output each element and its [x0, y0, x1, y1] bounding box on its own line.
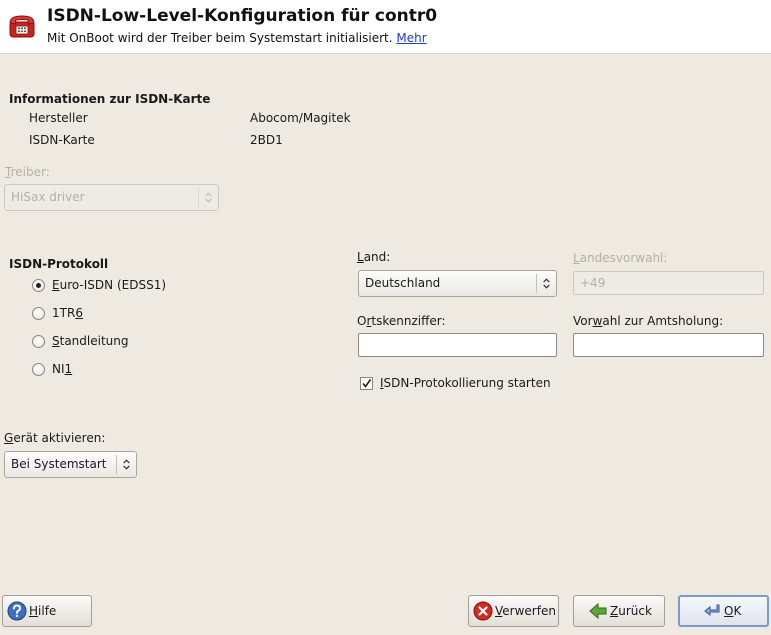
- radio-button[interactable]: [32, 279, 45, 292]
- driver-combo: HiSax driver: [4, 184, 219, 211]
- updown-arrows-icon: [536, 274, 550, 293]
- updown-arrows-icon: [116, 455, 130, 474]
- radio-button[interactable]: [32, 363, 45, 376]
- dialog-header: ISDN-Low-Level-Konfiguration für contr0 …: [0, 0, 771, 54]
- logging-checkbox-row[interactable]: ISDN-Protokollierung starten: [360, 376, 580, 392]
- discard-button[interactable]: Verwerfen: [468, 595, 559, 627]
- activate-combo[interactable]: Bei Systemstart: [4, 451, 137, 478]
- ok-label: OK: [724, 604, 742, 618]
- logging-checkbox[interactable]: [360, 377, 373, 390]
- protocol-title: ISDN-Protokoll: [9, 257, 109, 271]
- radio-label: Euro-ISDN (EDSS1): [52, 278, 167, 292]
- card-value: 2BD1: [250, 133, 283, 147]
- back-label: Zurück: [610, 604, 652, 618]
- local-code-label: Ortskennziffer:: [357, 314, 446, 328]
- radio-button[interactable]: [32, 307, 45, 320]
- local-code-field[interactable]: [358, 333, 557, 357]
- radio-label: NI1: [52, 362, 73, 376]
- vendor-value: Abocom/Magitek: [250, 111, 351, 125]
- radio-euro-isdn[interactable]: Euro-ISDN (EDSS1): [32, 277, 232, 295]
- area-code-field: [573, 271, 764, 295]
- card-label: ISDN-Karte: [29, 133, 95, 147]
- help-icon: [7, 601, 27, 621]
- telephone-icon: [9, 15, 35, 38]
- radio-label: Standleitung: [52, 334, 129, 348]
- vendor-label: Hersteller: [29, 111, 88, 125]
- page-title: ISDN-Low-Level-Konfiguration für contr0: [47, 6, 438, 26]
- more-link[interactable]: Mehr: [396, 31, 426, 45]
- activate-value: Bei Systemstart: [11, 457, 107, 471]
- country-label: Land:: [357, 250, 391, 264]
- radio-1tr6[interactable]: 1TR6: [32, 305, 232, 323]
- activate-label: Gerät aktivieren:: [4, 431, 106, 445]
- radio-ni1[interactable]: NI1: [32, 361, 232, 379]
- radio-standleitung[interactable]: Standleitung: [32, 333, 232, 351]
- radio-label: 1TR6: [52, 306, 83, 320]
- outside-line-field[interactable]: [573, 333, 764, 357]
- driver-label: Treiber:: [5, 165, 50, 179]
- country-value: Deutschland: [365, 276, 441, 290]
- discard-label: Verwerfen: [495, 604, 556, 618]
- outside-line-label: Vorwahl zur Amtsholung:: [573, 314, 724, 328]
- radio-button[interactable]: [32, 335, 45, 348]
- ok-button[interactable]: OK: [678, 595, 769, 627]
- subtitle-text: Mit OnBoot wird der Treiber beim Systems…: [47, 31, 393, 45]
- arrow-left-icon: [589, 602, 607, 620]
- checkmark-icon: [362, 379, 372, 388]
- card-info-title: Informationen zur ISDN-Karte: [9, 92, 211, 106]
- page-subtitle: Mit OnBoot wird der Treiber beim Systems…: [47, 31, 427, 45]
- enter-arrow-icon: [704, 604, 720, 617]
- updown-arrows-icon: [198, 188, 212, 207]
- help-label: Hilfe: [29, 604, 57, 618]
- logging-label: ISDN-Protokollierung starten: [380, 376, 551, 390]
- area-code-label: Landesvorwahl:: [573, 251, 668, 265]
- help-button[interactable]: Hilfe: [2, 595, 92, 627]
- driver-value: HiSax driver: [11, 190, 85, 204]
- cancel-icon: [473, 601, 493, 621]
- country-combo[interactable]: Deutschland: [358, 270, 557, 297]
- back-button[interactable]: Zurück: [573, 595, 665, 627]
